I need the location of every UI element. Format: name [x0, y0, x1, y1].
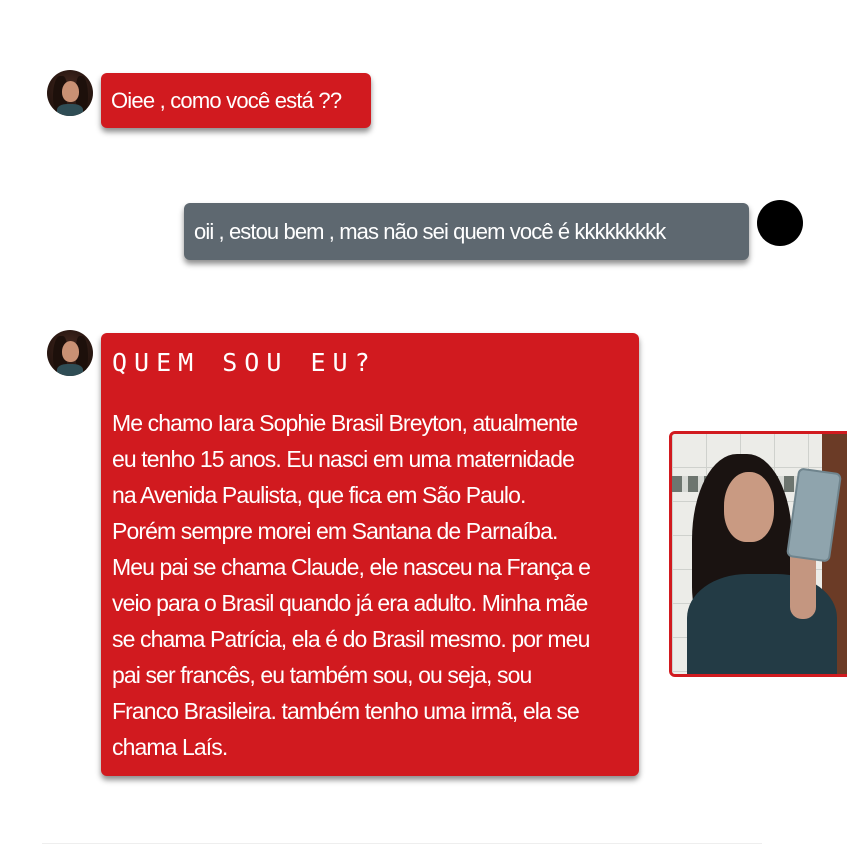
message-bubble-incoming: Oiee , como você está ?? [101, 73, 371, 128]
avatar-face [62, 341, 79, 362]
message-line: chama Laís. [112, 734, 228, 760]
photo-face [724, 472, 774, 542]
avatar[interactable] [47, 70, 93, 116]
message-line: na Avenida Paulista, que fica em São Pau… [112, 482, 526, 508]
message-text: oii , estou bem , mas não sei quem você … [194, 219, 666, 244]
message-line: eu tenho 15 anos. Eu nasci em uma matern… [112, 446, 575, 472]
avatar-shirt [57, 104, 83, 116]
message-line: veio para o Brasil quando já era adulto.… [112, 590, 588, 616]
message-line: Meu pai se chama Claude, ele nasceu na F… [112, 554, 591, 580]
message-line: pai ser francês, eu também sou, ou seja,… [112, 662, 532, 688]
message-bubble-outgoing: oii , estou bem , mas não sei quem você … [184, 203, 749, 260]
message-line: Me chamo Iara Sophie Brasil Breyton, atu… [112, 410, 578, 436]
message-line: se chama Patrícia, ela é do Brasil mesmo… [112, 626, 590, 652]
message-line: Porém sempre morei em Santana de Parnaíb… [112, 518, 558, 544]
message-title: QUEM SOU EU? [112, 348, 377, 377]
avatar-face [62, 81, 79, 102]
avatar[interactable] [47, 330, 93, 376]
chat-page: Oiee , como você está ?? oii , estou bem… [0, 0, 847, 847]
profile-photo[interactable] [669, 431, 847, 677]
avatar-shirt [57, 364, 83, 376]
message-line: Franco Brasileira. também tenho uma irmã… [112, 698, 580, 724]
divider [42, 843, 762, 844]
message-body: Me chamo Iara Sophie Brasil Breyton, atu… [112, 405, 629, 765]
message-bubble-incoming: QUEM SOU EU? Me chamo Iara Sophie Brasil… [101, 333, 639, 776]
avatar[interactable] [757, 200, 803, 246]
message-text: Oiee , como você está ?? [111, 88, 342, 113]
